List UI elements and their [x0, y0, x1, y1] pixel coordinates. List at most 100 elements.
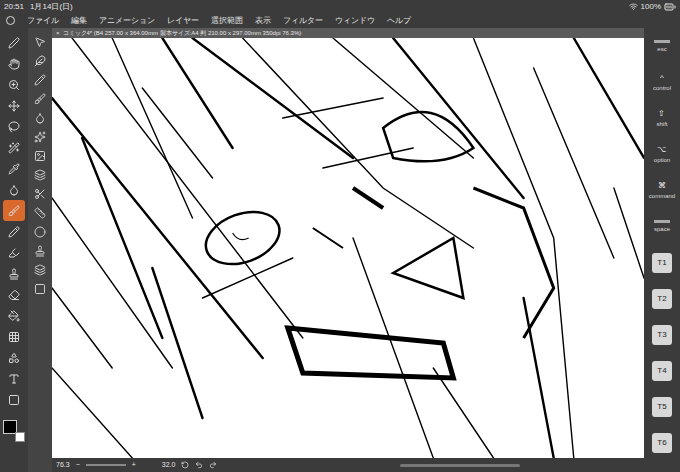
key-label: control — [653, 84, 671, 93]
edge-key[interactable]: T2 — [652, 282, 672, 315]
key-symbol: ⌥ — [657, 144, 666, 156]
sub-color[interactable] — [15, 432, 25, 442]
zoom-in[interactable]: + — [132, 460, 136, 471]
tool-button[interactable] — [3, 32, 25, 53]
tool-button[interactable] — [3, 263, 25, 284]
sub-tool-icon[interactable] — [34, 93, 46, 105]
edge-key[interactable]: T3 — [652, 318, 672, 351]
tool-button[interactable] — [3, 53, 25, 74]
edge-key[interactable]: ^control — [653, 66, 671, 99]
status-time: 20:51 — [4, 1, 24, 13]
tool-button[interactable] — [3, 221, 25, 242]
edge-key[interactable]: T5 — [652, 390, 672, 423]
tool-button[interactable] — [3, 368, 25, 389]
key-symbol: T6 — [652, 433, 672, 453]
tool-button[interactable] — [3, 326, 25, 347]
tool-icon — [8, 79, 20, 91]
sub-tool-icon[interactable] — [34, 283, 46, 295]
wifi-icon — [629, 2, 638, 11]
sub-tool-icon[interactable] — [34, 36, 46, 48]
undo-icon[interactable] — [195, 461, 203, 469]
tool-button[interactable] — [3, 200, 25, 221]
sub-tool-icon[interactable] — [34, 264, 46, 276]
tool-button[interactable] — [3, 284, 25, 305]
key-label: shift — [656, 120, 667, 129]
canvas[interactable] — [52, 38, 644, 458]
zoom-out[interactable]: − — [76, 460, 80, 471]
key-symbol: T1 — [652, 253, 672, 273]
menu-item[interactable]: フィルター — [283, 15, 323, 27]
menu-item[interactable]: 編集 — [71, 15, 87, 27]
menu-item[interactable]: 表示 — [255, 15, 271, 27]
sub-tool-icon[interactable] — [34, 245, 46, 257]
edge-key[interactable]: ⌘command — [649, 174, 675, 207]
edge-key[interactable]: esc — [654, 30, 670, 63]
tool-icon — [8, 184, 20, 196]
edge-keyboard: esc ^control ⇧shift ⌥option ⌘command space T1 T… — [644, 28, 680, 472]
tool-icon — [8, 331, 20, 343]
document-tab[interactable]: ×コミック4* (B4 257.00 x 364.00mm 製本サイズ:A4 判… — [52, 28, 644, 38]
zoom-slider[interactable] — [86, 464, 126, 466]
sub-tool-icon[interactable] — [34, 188, 46, 200]
edge-key[interactable]: T6 — [652, 426, 672, 459]
tool-button[interactable] — [3, 242, 25, 263]
menu-item[interactable]: ウィンドウ — [335, 15, 375, 27]
canvas-area: ×コミック4* (B4 257.00 x 364.00mm 製本サイズ:A4 判… — [52, 28, 644, 472]
tool-icon — [8, 58, 20, 70]
redo-icon[interactable] — [209, 461, 217, 469]
tool-button[interactable] — [3, 137, 25, 158]
edge-key[interactable]: ⇧shift — [656, 102, 667, 135]
sub-tool-icon[interactable] — [34, 169, 46, 181]
tool-button[interactable] — [3, 158, 25, 179]
sub-tool-icon[interactable] — [34, 131, 46, 143]
tool-icon — [8, 100, 20, 112]
status-date: 1月14日(日) — [30, 1, 73, 13]
tool-button[interactable] — [3, 179, 25, 200]
key-label: space — [654, 225, 670, 234]
color-well[interactable] — [3, 420, 25, 442]
menu-item[interactable]: 選択範囲 — [211, 15, 243, 27]
edge-key[interactable]: T4 — [652, 354, 672, 387]
key-symbol: T2 — [652, 289, 672, 309]
edge-key[interactable]: T1 — [652, 246, 672, 279]
tool-button[interactable] — [3, 389, 25, 410]
scrollbar[interactable] — [400, 464, 520, 467]
key-symbol: ⇧ — [658, 108, 665, 120]
battery-percent: 100% — [641, 1, 661, 13]
tool-icon — [8, 121, 20, 133]
sub-tool-icon[interactable] — [34, 207, 46, 219]
menu-item[interactable]: ヘルプ — [387, 15, 411, 27]
key-symbol: T5 — [652, 397, 672, 417]
tool-button[interactable] — [3, 116, 25, 137]
sub-tool-icon[interactable] — [34, 112, 46, 124]
menu-item[interactable]: アニメーション — [99, 15, 155, 27]
brush-size[interactable]: 32.0 — [162, 460, 176, 471]
edge-key[interactable]: ⌥option — [654, 138, 670, 171]
tool-icon — [8, 310, 20, 322]
rotate-icon[interactable] — [181, 461, 189, 469]
sub-tool-palette — [28, 28, 52, 472]
tool-icon — [8, 289, 20, 301]
sub-tool-icon[interactable] — [34, 74, 46, 86]
menu-item[interactable]: レイヤー — [167, 15, 199, 27]
key-label: option — [654, 156, 670, 165]
tab-close[interactable]: × — [56, 29, 60, 38]
tool-icon — [8, 352, 20, 364]
tool-button[interactable] — [3, 95, 25, 116]
app-logo-icon[interactable] — [6, 16, 15, 25]
tab-title: コミック4* (B4 257.00 x 364.00mm 製本サイズ:A4 判 … — [63, 29, 302, 38]
tool-button[interactable] — [3, 305, 25, 326]
sub-tool-icon[interactable] — [34, 55, 46, 67]
tool-icon — [8, 37, 20, 49]
tool-button[interactable] — [3, 74, 25, 95]
edge-key[interactable]: space — [654, 210, 670, 243]
tool-button[interactable] — [3, 347, 25, 368]
sketch-drawing[interactable] — [52, 38, 644, 458]
tool-icon — [8, 247, 20, 259]
tool-icon — [8, 226, 20, 238]
menu-item[interactable]: ファイル — [27, 15, 59, 27]
tool-icon — [8, 142, 20, 154]
sub-tool-icon[interactable] — [34, 226, 46, 238]
zoom-value[interactable]: 76.3 — [56, 460, 70, 471]
sub-tool-icon[interactable] — [34, 150, 46, 162]
